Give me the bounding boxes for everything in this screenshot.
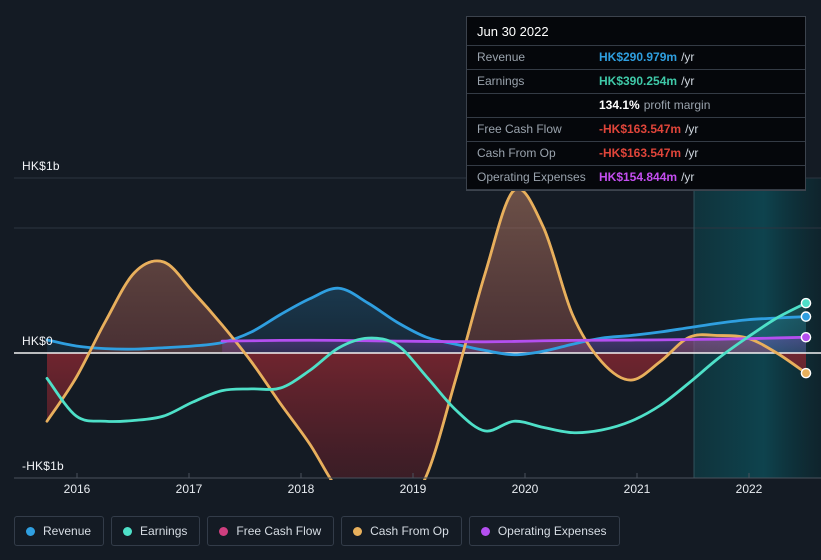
x-axis-tick-label: 2018 [287,482,315,496]
legend-color-dot-icon [26,526,35,536]
tooltip-row-unit: /yr [681,50,695,64]
tooltip-row-unit: /yr [685,122,699,136]
tooltip-row-value-group: HK$154.844m/yr [599,170,694,185]
legend-item-revenue[interactable]: Revenue [14,516,105,546]
legend-item-operating-expenses[interactable]: Operating Expenses [468,516,620,546]
legend-item-earnings[interactable]: Earnings [111,516,201,546]
x-axis-tick-label: 2017 [175,482,203,496]
tooltip-row-value: HK$290.979m [599,50,678,64]
x-axis-tick-label: 2022 [735,482,763,496]
legend-item-free-cash-flow[interactable]: Free Cash Flow [207,516,335,546]
legend-color-dot-icon [123,526,133,536]
x-axis-tick-label: 2020 [511,482,539,496]
tooltip-row: Operating Expenses HK$154.844m/yr [467,166,805,190]
tooltip-row: Free Cash Flow -HK$163.547m/yr [467,118,805,142]
tooltip-row-value-group: -HK$163.547m/yr [599,122,698,137]
x-axis-tick-label: 2021 [623,482,651,496]
tooltip-row-label: Free Cash Flow [477,122,562,136]
legend-item-label: Revenue [43,524,92,538]
legend-item-label: Cash From Op [370,524,449,538]
legend-item-label: Earnings [140,524,188,538]
tooltip-row-value-group: 134.1% profit margin [599,98,710,113]
tooltip-row-value: HK$390.254m [599,74,678,88]
tooltip-row: Revenue HK$290.979m/yr [467,46,805,70]
tooltip-row-value: -HK$163.547m [599,122,682,136]
chart-legend[interactable]: Revenue Earnings Free Cash Flow Cash From O… [14,516,620,546]
tooltip-row: Earnings HK$390.254m/yr [467,70,805,94]
legend-color-dot-icon [353,526,363,536]
legend-item-cash-from-op[interactable]: Cash From Op [341,516,462,546]
tooltip-rows: Revenue HK$290.979m/yr Earnings HK$390.254m… [467,46,805,190]
tooltip-row-sublabel: profit margin [643,98,711,112]
financial-chart-widget: HK$1b HK$0 -HK$1b 2016 2017 2018 2019 2020 20… [0,0,821,560]
chart-tooltip: Jun 30 2022 Revenue HK$290.979m/yr Earning… [466,16,806,191]
tooltip-row-value-group: HK$290.979m/yr [599,50,694,65]
tooltip-row: 134.1% profit margin [467,94,805,118]
tooltip-row-label: Earnings [477,74,525,88]
tooltip-row-value: -HK$163.547m [599,146,682,160]
x-axis-tick-label: 2016 [63,482,91,496]
legend-color-dot-icon [480,526,490,536]
tooltip-row-unit: /yr [681,170,695,184]
tooltip-row-unit: /yr [681,74,695,88]
tooltip-row: Cash From Op -HK$163.547m/yr [467,142,805,166]
tooltip-row-label: Cash From Op [477,146,556,160]
tooltip-row-value: 134.1% [599,98,640,112]
tooltip-row-value-group: HK$390.254m/yr [599,74,694,89]
tooltip-date: Jun 30 2022 [467,17,805,46]
tooltip-row-value: HK$154.844m [599,170,678,184]
legend-item-label: Free Cash Flow [236,524,322,538]
tooltip-row-label: Operating Expenses [477,170,586,184]
x-axis-labels: 2016 2017 2018 2019 2020 2021 2022 [0,482,821,504]
legend-item-label: Operating Expenses [497,524,607,538]
tooltip-row-label: Revenue [477,50,526,64]
legend-color-dot-icon [219,526,229,536]
tooltip-row-unit: /yr [685,146,699,160]
x-axis-tick-label: 2019 [399,482,427,496]
tooltip-row-value-group: -HK$163.547m/yr [599,146,698,161]
